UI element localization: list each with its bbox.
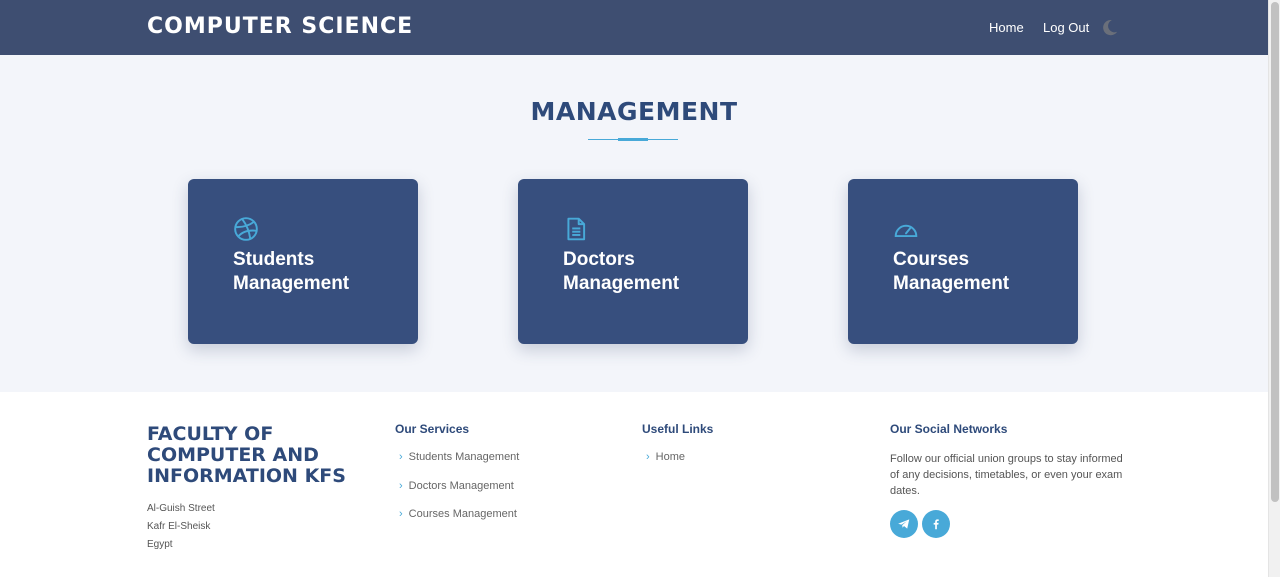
card-title-line1: Students <box>233 249 315 270</box>
chevron-right-icon: › <box>646 451 650 463</box>
moon-icon[interactable] <box>1100 18 1119 37</box>
footer: FACULTY OF COMPUTER AND INFORMATION KFS … <box>0 392 1268 577</box>
card-title-line1: Courses <box>893 249 970 270</box>
footer-link-label: Students Management <box>408 451 520 463</box>
footer-link-home[interactable]: › Home <box>646 451 685 463</box>
students-management-card[interactable]: Students Management <box>188 179 418 344</box>
social-heading: Our Social Networks <box>890 422 1008 436</box>
card-title-line1: Doctors <box>563 249 635 270</box>
footer-link-doctors[interactable]: › Doctors Management <box>399 480 514 492</box>
chevron-right-icon: › <box>399 451 403 463</box>
nav-logout-link[interactable]: Log Out <box>1043 20 1089 35</box>
page-title: MANAGEMENT <box>530 97 738 126</box>
footer-link-label: Home <box>655 451 686 463</box>
card-title-line2: Management <box>233 273 350 294</box>
doctors-management-card[interactable]: Doctors Management <box>518 179 748 344</box>
services-heading: Our Services <box>395 422 470 436</box>
courses-management-card[interactable]: Courses Management <box>848 179 1078 344</box>
dribbble-icon <box>234 217 258 241</box>
chevron-right-icon: › <box>399 508 403 520</box>
document-icon <box>567 217 586 241</box>
useful-links-heading: Useful Links <box>642 422 714 436</box>
top-navbar: COMPUTER SCIENCE Home Log Out <box>0 0 1268 55</box>
footer-link-label: Doctors Management <box>408 480 514 492</box>
telegram-icon <box>898 519 910 529</box>
footer-link-courses[interactable]: › Courses Management <box>399 508 517 520</box>
address-line: Al-Guish Street <box>147 503 215 514</box>
title-underline-accent <box>618 138 648 141</box>
footer-link-label: Courses Management <box>408 508 517 520</box>
social-description: Follow our official union groups to stay… <box>890 453 1123 497</box>
address-line: Egypt <box>147 539 173 550</box>
scrollbar-thumb[interactable] <box>1271 2 1279 502</box>
card-title-line2: Management <box>563 273 680 294</box>
address-line: Kafr El-Sheisk <box>147 521 211 532</box>
nav-home-link[interactable]: Home <box>989 20 1024 35</box>
brand-title[interactable]: COMPUTER SCIENCE <box>147 14 413 39</box>
telegram-button[interactable] <box>890 510 918 538</box>
page-scrollbar[interactable] <box>1268 0 1280 577</box>
chevron-right-icon: › <box>399 480 403 492</box>
facebook-icon <box>933 519 939 530</box>
faculty-name: FACULTY OF COMPUTER AND INFORMATION KFS <box>147 423 346 487</box>
speedometer-icon <box>894 224 918 238</box>
card-title-line2: Management <box>893 273 1010 294</box>
facebook-button[interactable] <box>922 510 950 538</box>
footer-link-students[interactable]: › Students Management <box>399 451 519 463</box>
